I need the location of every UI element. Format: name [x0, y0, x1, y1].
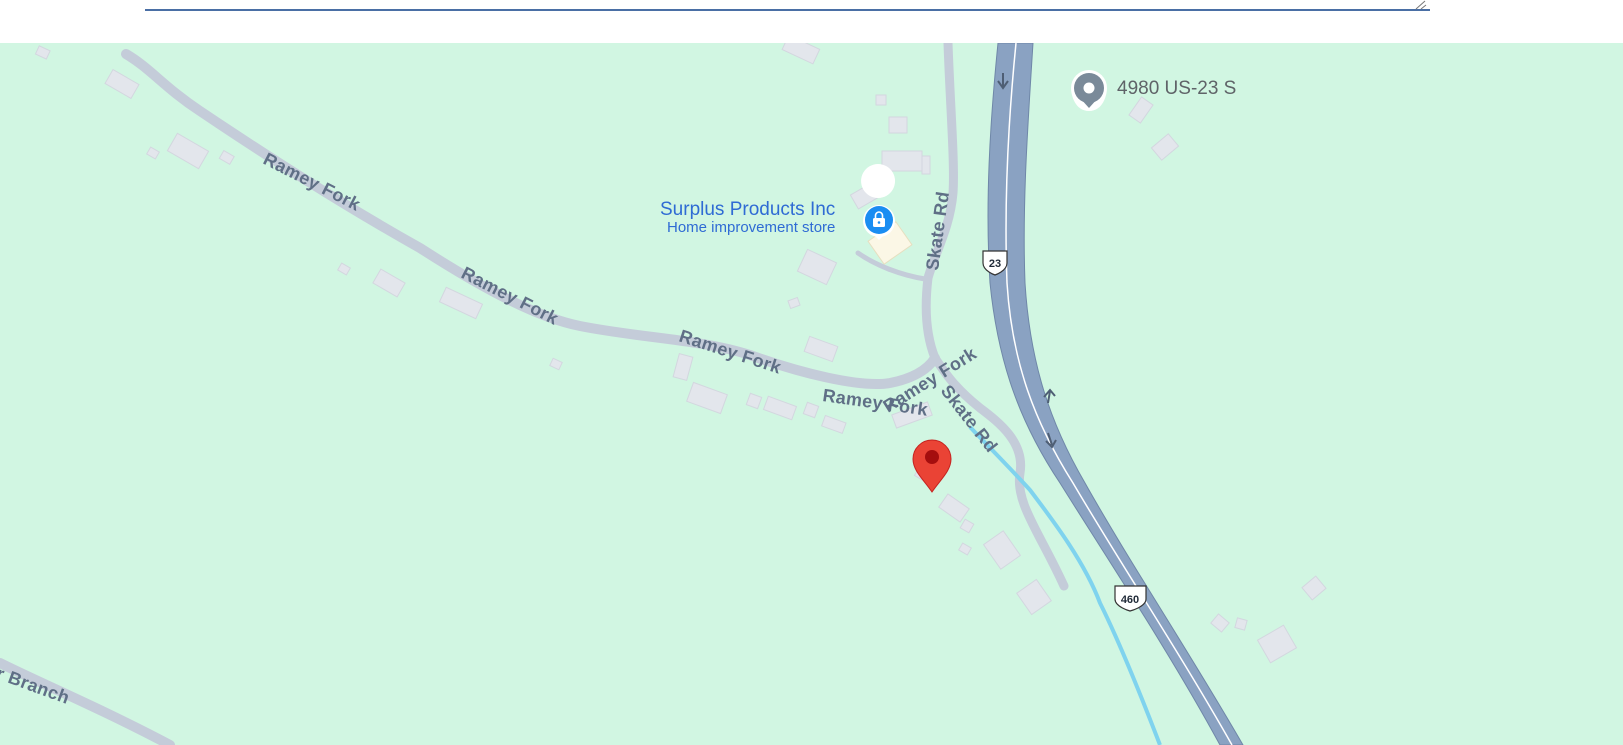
address-label[interactable]: 4980 US-23 S	[1117, 78, 1236, 100]
store-category-wrap: Home improvement store	[667, 219, 835, 236]
building	[166, 132, 210, 170]
building	[957, 542, 973, 556]
building	[1128, 96, 1154, 124]
map-layer: 23 460 Ramey Fork Ramey Fork Ramey Fork …	[0, 43, 1327, 745]
ramey-fork-label: Ramey Fork	[458, 263, 562, 329]
building	[888, 116, 908, 134]
building	[1150, 133, 1180, 161]
building	[820, 414, 847, 435]
us-460-shield-label: 460	[1121, 594, 1139, 606]
branch-label: r Branch	[0, 663, 72, 708]
store-name[interactable]: Surplus Products Inc	[660, 199, 835, 221]
top-text-panel	[0, 0, 1623, 43]
building	[959, 518, 975, 534]
building	[796, 248, 838, 286]
building	[982, 530, 1022, 570]
ramey-fork-label: Ramey Fork	[260, 149, 364, 215]
building	[438, 286, 484, 320]
building	[218, 149, 235, 166]
building	[1210, 613, 1230, 633]
building	[938, 493, 970, 523]
building	[802, 401, 820, 419]
building	[336, 262, 352, 276]
map-pin-icon[interactable]	[912, 439, 952, 493]
store-category: Home improvement store	[667, 219, 836, 236]
map-canvas[interactable]: 23 460 Ramey Fork Ramey Fork Ramey Fork …	[0, 43, 1623, 745]
location-pin-icon[interactable]	[1071, 70, 1107, 111]
building	[1016, 578, 1052, 616]
building	[1301, 575, 1327, 601]
ramey-fork-label: Ramey Fork	[677, 326, 785, 378]
building	[762, 395, 798, 421]
store-poi-label[interactable]: Surplus Products Inc	[660, 199, 835, 221]
building	[745, 392, 763, 410]
building	[145, 146, 161, 160]
text-area-border[interactable]	[145, 9, 1430, 11]
building	[686, 381, 728, 415]
building	[672, 352, 694, 382]
building	[875, 94, 887, 106]
building	[781, 43, 821, 65]
building	[921, 155, 931, 175]
building	[803, 335, 839, 363]
building	[104, 68, 140, 100]
resize-handle-icon[interactable]	[1414, 0, 1428, 10]
building	[1256, 624, 1298, 664]
building	[549, 357, 563, 371]
us-23-shield-label: 23	[989, 258, 1001, 270]
building	[787, 296, 801, 310]
building	[1234, 617, 1248, 631]
building	[372, 268, 406, 298]
building	[34, 45, 51, 60]
